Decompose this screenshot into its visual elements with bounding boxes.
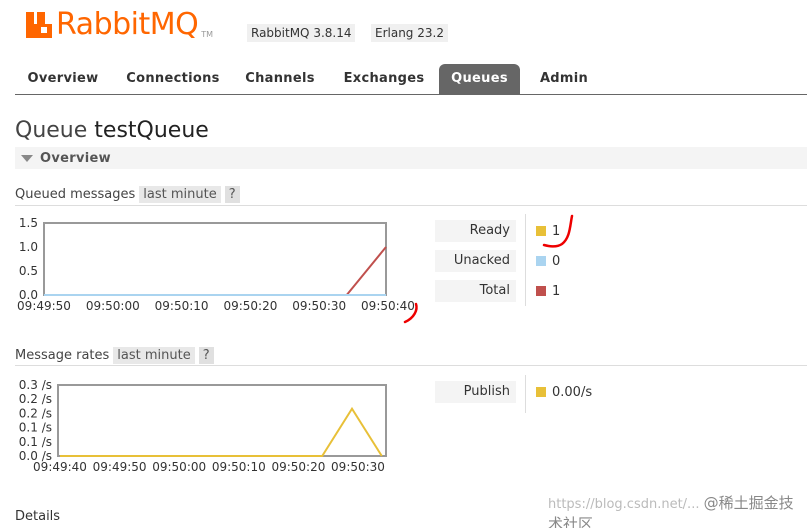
message-rates-chart: 0.3 /s 0.2 /s 0.2 /s 0.1 /s 0.1 /s 0.0 /s 09:4…: [0, 374, 430, 484]
tab-queues[interactable]: Queues: [439, 64, 520, 94]
tab-overview[interactable]: Overview: [15, 64, 111, 94]
watermark: https://blog.csdn.net/... @稀土掘金技术社区: [548, 492, 807, 528]
y-tick-label: 1.0: [19, 240, 38, 254]
app-header: RabbitMQ TM: [26, 8, 213, 42]
total-value: 1: [552, 283, 561, 299]
legend-row-publish: Publish 0.00/s: [435, 381, 592, 403]
tab-admin[interactable]: Admin: [533, 64, 595, 94]
handwritten-mark-icon: [403, 302, 418, 324]
plot-frame: [43, 222, 387, 296]
unacked-value: 0: [552, 253, 561, 269]
details-section-title[interactable]: Details: [15, 509, 60, 524]
queued-messages-chart: 1.5 1.0 0.5 0.0 09:49:50 09:50:00 09:50:10 09:5…: [0, 210, 430, 320]
total-color-swatch[interactable]: [536, 286, 546, 296]
publish-value: 0.00/s: [552, 384, 593, 400]
y-tick-label: 1.5: [19, 216, 38, 230]
logo-trademark: TM: [201, 30, 214, 39]
publish-color-swatch[interactable]: [536, 387, 546, 397]
x-tick-label: 09:50:30: [292, 299, 346, 313]
tab-exchanges[interactable]: Exchanges: [337, 64, 431, 94]
y-tick-label: 0.1 /s: [19, 421, 52, 435]
x-tick-label: 09:50:00: [86, 299, 140, 313]
main-nav-tabs: Overview Connections Channels Exchanges …: [15, 64, 807, 95]
message-rates-help-button[interactable]: ?: [198, 346, 214, 364]
message-rates-title: Message rates: [15, 347, 110, 363]
message-rates-heading: Message rates last minute ?: [15, 346, 214, 364]
queued-messages-heading: Queued messages last minute ?: [15, 185, 240, 203]
legend-label-total: Total: [435, 280, 516, 302]
x-tick-label: 09:50:00: [152, 460, 206, 474]
x-tick-label: 09:49:40: [33, 460, 87, 474]
x-tick-label: 09:50:10: [212, 460, 266, 474]
erlang-version-badge: Erlang 23.2: [371, 24, 448, 42]
message-rates-range-selector[interactable]: last minute: [113, 346, 195, 364]
page-title-prefix: Queue: [15, 118, 88, 143]
overview-section-title: Overview: [40, 150, 111, 166]
x-tick-label: 09:50:20: [223, 299, 277, 313]
overview-section-toggle[interactable]: Overview: [15, 147, 807, 169]
page-title: Queue testQueue: [15, 118, 209, 143]
legend-row-unacked: Unacked 0: [435, 250, 560, 272]
y-tick-label: 0.3 /s: [19, 378, 52, 392]
legend-label-unacked: Unacked: [435, 250, 516, 272]
plot-frame: [57, 384, 387, 457]
x-tick-label: 09:50:20: [271, 460, 325, 474]
tab-connections[interactable]: Connections: [123, 64, 223, 94]
watermark-url: https://blog.csdn.net/...: [548, 497, 700, 512]
rabbitmq-logo-icon[interactable]: [26, 12, 52, 38]
x-tick-label: 09:49:50: [93, 460, 147, 474]
legend-label-publish: Publish: [435, 381, 516, 403]
logo-text[interactable]: RabbitMQ: [56, 10, 199, 40]
queued-messages-help-button[interactable]: ?: [224, 185, 240, 203]
collapse-triangle-icon: [21, 154, 33, 162]
tab-channels[interactable]: Channels: [239, 64, 321, 94]
y-tick-label: 0.2 /s: [19, 392, 52, 406]
y-tick-label: 0.2 /s: [19, 406, 52, 420]
legend-row-total: Total 1: [435, 280, 560, 302]
handwritten-mark-icon: [542, 214, 574, 248]
legend-label-ready: Ready: [435, 220, 516, 242]
queued-messages-range-selector[interactable]: last minute: [139, 185, 221, 203]
y-tick-label: 0.1 /s: [19, 435, 52, 449]
unacked-color-swatch[interactable]: [536, 256, 546, 266]
x-tick-label: 09:50:30: [331, 460, 385, 474]
divider: [15, 365, 807, 366]
rabbitmq-version-badge: RabbitMQ 3.8.14: [247, 24, 356, 42]
queued-messages-title: Queued messages: [15, 186, 136, 202]
x-tick-label: 09:50:10: [155, 299, 209, 313]
x-tick-label: 09:49:50: [17, 299, 71, 313]
queue-name: testQueue: [94, 118, 209, 143]
divider: [15, 205, 807, 206]
y-tick-label: 0.5: [19, 264, 38, 278]
